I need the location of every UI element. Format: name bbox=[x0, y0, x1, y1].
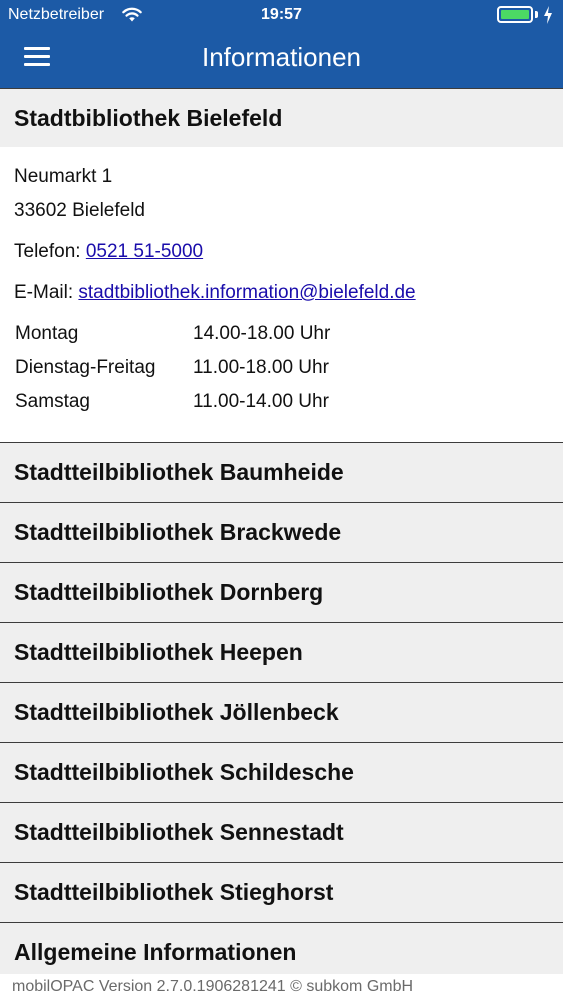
section-header-dornberg[interactable]: Stadtteilbibliothek Dornberg bbox=[0, 562, 563, 622]
version-footer: mobilOPAC Version 2.7.0.1906281241 © sub… bbox=[0, 974, 563, 1000]
status-time: 19:57 bbox=[261, 6, 302, 23]
address-line-2: 33602 Bielefeld bbox=[14, 200, 145, 221]
app-header: Netzbetreiber 19:57 Informationen bbox=[0, 0, 563, 88]
section-header-schildesche[interactable]: Stadtteilbibliothek Schildesche bbox=[0, 742, 563, 802]
battery-icon bbox=[497, 6, 533, 23]
hours-row: Montag 14.00-18.00 Uhr bbox=[15, 323, 330, 357]
section-header-stieghorst[interactable]: Stadtteilbibliothek Stieghorst bbox=[0, 862, 563, 922]
charging-bolt-icon bbox=[544, 6, 552, 24]
hours-row: Samstag 11.00-14.00 Uhr bbox=[15, 391, 330, 425]
page-title: Informationen bbox=[202, 42, 361, 72]
status-bar: Netzbetreiber 19:57 bbox=[0, 0, 563, 30]
hours-time: 14.00-18.00 Uhr bbox=[193, 323, 331, 344]
email-row: E-Mail: stadtbibliothek.information@biel… bbox=[14, 282, 416, 304]
section-header-allgemeine-informationen[interactable]: Allgemeine Informationen bbox=[0, 922, 563, 982]
address-line-1: Neumarkt 1 bbox=[14, 166, 113, 187]
battery-cap bbox=[535, 11, 538, 18]
section-header-heepen[interactable]: Stadtteilbibliothek Heepen bbox=[0, 622, 563, 682]
email-label: E-Mail: bbox=[14, 282, 74, 303]
section-header-stadtbibliothek-bielefeld[interactable]: Stadtbibliothek Bielefeld bbox=[0, 88, 563, 147]
section-header-brackwede[interactable]: Stadtteilbibliothek Brackwede bbox=[0, 502, 563, 562]
section-header-baumheide[interactable]: Stadtteilbibliothek Baumheide bbox=[0, 442, 563, 502]
hours-time: 11.00-14.00 Uhr bbox=[193, 391, 329, 412]
hours-time: 11.00-18.00 Uhr bbox=[193, 357, 329, 378]
hours-row: Dienstag-Freitag 11.00-18.00 Uhr bbox=[15, 357, 330, 391]
navigation-bar: Informationen bbox=[0, 30, 563, 88]
library-list: Stadtbibliothek Bielefeld Neumarkt 1 336… bbox=[0, 88, 563, 982]
phone-label: Telefon: bbox=[14, 241, 81, 262]
hours-day: Dienstag-Freitag bbox=[15, 357, 156, 378]
phone-link[interactable]: 0521 51-5000 bbox=[86, 241, 203, 262]
hours-day: Montag bbox=[15, 323, 79, 344]
section-header-sennestadt[interactable]: Stadtteilbibliothek Sennestadt bbox=[0, 802, 563, 862]
section-header-joellenbeck[interactable]: Stadtteilbibliothek Jöllenbeck bbox=[0, 682, 563, 742]
library-details: Neumarkt 1 33602 Bielefeld Telefon: 0521… bbox=[0, 147, 563, 442]
email-link[interactable]: stadtbibliothek.information@bielefeld.de bbox=[78, 282, 415, 303]
phone-row: Telefon: 0521 51-5000 bbox=[14, 241, 203, 263]
opening-hours-table: Montag 14.00-18.00 Uhr Dienstag-Freitag … bbox=[15, 323, 330, 425]
hours-day: Samstag bbox=[15, 391, 90, 412]
